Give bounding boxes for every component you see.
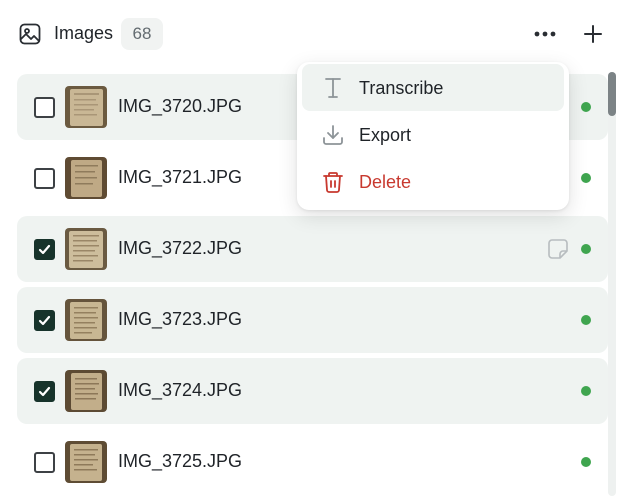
file-name: IMG_3721.JPG	[118, 167, 243, 187]
menu-item-label: Delete	[359, 172, 412, 192]
trash-icon	[323, 172, 343, 193]
plus-icon	[584, 25, 602, 43]
row-checkbox[interactable]	[34, 452, 55, 473]
page-title: Images	[54, 23, 114, 43]
image-thumbnail	[65, 228, 107, 270]
status-dot	[581, 173, 591, 183]
image-thumbnail	[65, 86, 107, 128]
file-name: IMG_3725.JPG	[118, 451, 243, 471]
scrollbar-thumb[interactable]	[608, 72, 616, 116]
image-count-badge: 68	[121, 18, 163, 50]
status-dot	[581, 386, 591, 396]
file-name: IMG_3723.JPG	[118, 309, 243, 329]
row-checkbox[interactable]	[34, 168, 55, 189]
row-checkbox[interactable]	[34, 97, 55, 118]
menu-item-label: Export	[359, 125, 412, 145]
note-icon[interactable]	[547, 238, 569, 260]
check-icon	[38, 244, 51, 255]
text-cursor-icon	[325, 78, 341, 98]
image-thumbnail	[65, 299, 107, 341]
list-item[interactable]: IMG_3724.JPG	[17, 358, 608, 424]
status-dot	[581, 102, 591, 112]
status-dot	[581, 315, 591, 325]
row-checkbox[interactable]	[34, 310, 55, 331]
image-thumbnail	[65, 370, 107, 412]
check-icon	[38, 386, 51, 397]
list-item[interactable]: IMG_3723.JPG	[17, 287, 608, 353]
download-icon	[323, 125, 343, 145]
list-item[interactable]: IMG_3722.JPG	[17, 216, 608, 282]
file-name: IMG_3722.JPG	[118, 238, 243, 258]
menu-item-delete[interactable]: Delete	[302, 158, 564, 205]
check-icon	[38, 315, 51, 326]
image-icon	[19, 23, 41, 45]
actions-dropdown-menu: Transcribe Export Delete	[297, 62, 569, 210]
status-dot	[581, 457, 591, 467]
menu-item-export[interactable]: Export	[302, 111, 564, 158]
image-thumbnail	[65, 157, 107, 199]
row-checkbox[interactable]	[34, 381, 55, 402]
list-scrollbar[interactable]	[608, 72, 616, 496]
menu-item-transcribe[interactable]: Transcribe	[302, 64, 564, 111]
file-name: IMG_3720.JPG	[118, 96, 243, 116]
list-item[interactable]: IMG_3725.JPG	[17, 429, 608, 495]
add-image-button[interactable]	[578, 18, 608, 50]
menu-item-label: Transcribe	[359, 78, 444, 98]
status-dot	[581, 244, 591, 254]
row-checkbox[interactable]	[34, 239, 55, 260]
image-thumbnail	[65, 441, 107, 483]
images-header: Images 68	[0, 0, 632, 70]
file-name: IMG_3724.JPG	[118, 380, 243, 400]
more-horizontal-icon	[534, 31, 556, 37]
more-options-button[interactable]	[528, 20, 562, 48]
